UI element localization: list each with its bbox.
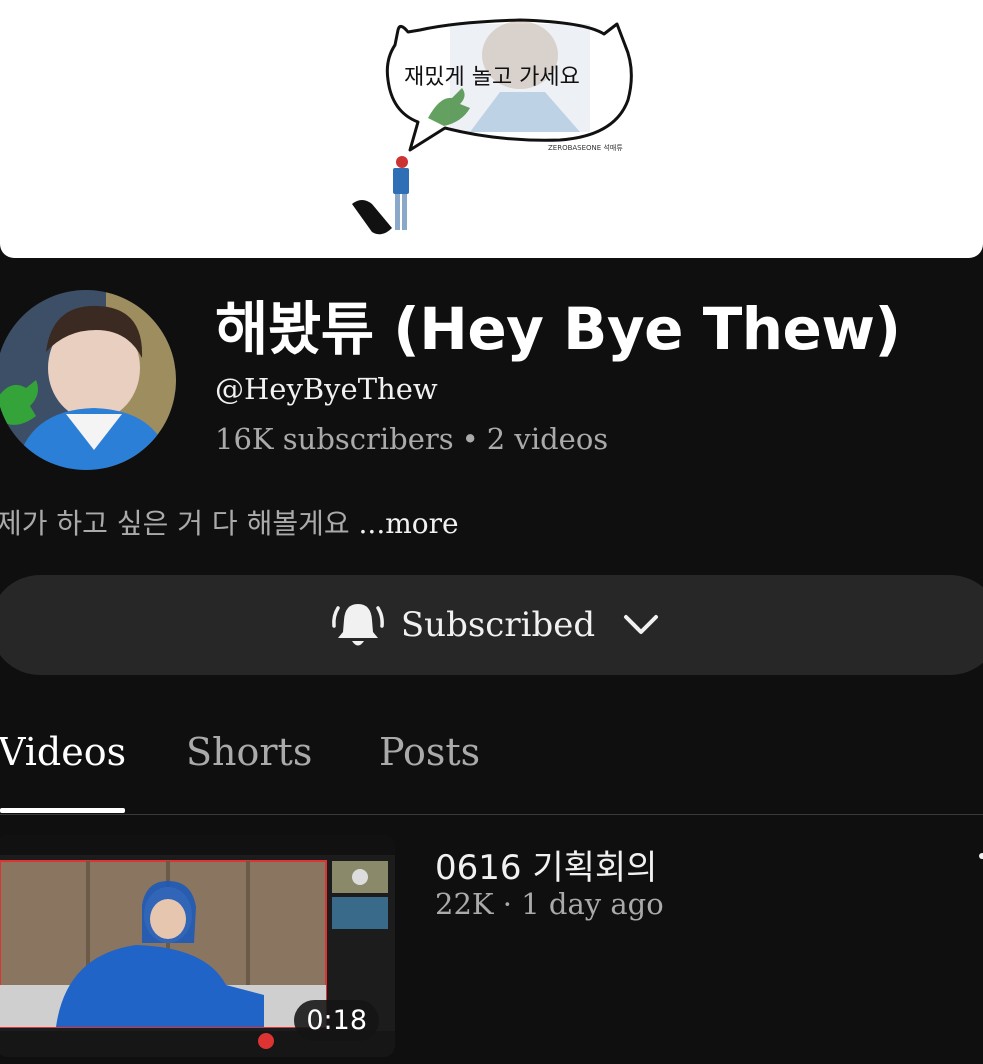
video-meta: 22K · 1 day ago	[435, 887, 664, 921]
bell-ringing-icon	[331, 604, 384, 646]
tab-posts[interactable]: Posts	[379, 730, 480, 774]
tab-videos[interactable]: Videos	[0, 730, 126, 774]
channel-tabs: Videos Shorts Posts	[0, 720, 983, 815]
tab-shorts[interactable]: Shorts	[186, 730, 312, 774]
chevron-down-icon	[624, 615, 659, 634]
description-text: 제가 하고 싶은 거 다 해볼게요	[0, 507, 350, 540]
channel-handle: @HeyByeThew	[215, 372, 438, 406]
more-link[interactable]: ...more	[359, 507, 459, 540]
channel-description[interactable]: 제가 하고 싶은 거 다 해볼게요 ...more	[0, 502, 459, 542]
active-tab-indicator	[0, 808, 125, 813]
channel-banner: 재밌게 놀고 가세요 ZEROBASEONE 석매튜	[0, 0, 983, 258]
subscribed-button[interactable]: Subscribed	[0, 575, 983, 675]
video-count: 2 videos	[486, 422, 609, 456]
subscribed-label: Subscribed	[400, 605, 596, 645]
channel-avatar[interactable]	[0, 290, 176, 470]
video-thumbnail[interactable]: 0:18	[0, 835, 395, 1057]
banner-bubble-text: 재밌게 놀고 가세요	[404, 65, 580, 90]
channel-name: 해봤튜 (Hey Bye Thew)	[215, 295, 901, 363]
stats-separator: •	[461, 422, 479, 456]
video-title[interactable]: 0616 기획회의	[435, 840, 657, 889]
channel-page: 재밌게 놀고 가세요 ZEROBASEONE 석매튜 해봤튜 (Hey Bye …	[0, 0, 983, 1064]
video-duration: 0:18	[294, 1000, 379, 1041]
banner-illustration: 재밌게 놀고 가세요 ZEROBASEONE 석매튜	[352, 18, 633, 235]
more-vert-icon[interactable]	[972, 848, 983, 878]
subscriber-count: 16K subscribers	[215, 422, 454, 456]
channel-stats: 16K subscribers • 2 videos	[215, 422, 608, 456]
banner-credit: ZEROBASEONE 석매튜	[548, 143, 623, 152]
